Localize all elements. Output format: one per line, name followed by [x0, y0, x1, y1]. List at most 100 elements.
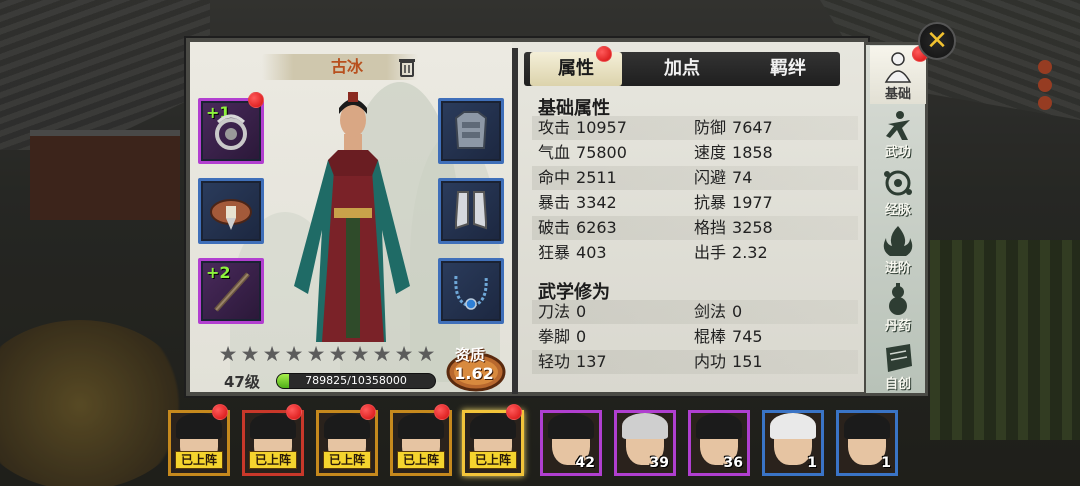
stat-row: 暴击 3342 抗暴 1977 — [532, 191, 858, 215]
stat-item: 抗暴 1977 — [694, 191, 773, 215]
character-level: 47级 — [224, 373, 260, 391]
stat-value: 2511 — [576, 168, 617, 187]
notification-dot — [596, 46, 612, 62]
hero-card[interactable]: 1 — [762, 410, 824, 476]
stat-item: 拳脚 0 — [538, 325, 586, 349]
equip-slot-belt[interactable] — [198, 178, 264, 244]
hero-portrait-hair — [548, 413, 594, 439]
stat-value: 10957 — [576, 118, 627, 137]
stat-value: 3342 — [576, 193, 617, 212]
dismiss-trash-icon[interactable] — [398, 57, 416, 77]
stat-value: 0 — [576, 327, 587, 346]
equip-slot-armor[interactable] — [438, 98, 504, 164]
deployed-tag: 已上阵 — [249, 451, 297, 469]
hero-level: 39 — [649, 455, 669, 471]
stat-row: 气血 75800 速度 1858 — [532, 141, 858, 165]
close-icon: ✕ — [926, 26, 948, 56]
stat-value: 75800 — [576, 143, 627, 162]
stat-value: 745 — [732, 327, 763, 346]
deployed-tag: 已上阵 — [469, 451, 517, 469]
hero-portrait-hair — [844, 413, 890, 439]
gourd-medicine-icon — [889, 283, 907, 315]
stat-value: 1858 — [732, 143, 773, 162]
stat-label: 剑法 — [694, 302, 727, 321]
stat-label: 命中 — [538, 168, 571, 187]
nav-label: 基础 — [884, 87, 911, 102]
nav-label: 自创 — [884, 377, 911, 392]
quality-label: 资质 — [454, 346, 485, 364]
star-icon: ★ — [218, 342, 238, 366]
tab-points[interactable]: 加点 — [636, 52, 728, 86]
hero-level: 1 — [807, 455, 817, 471]
stat-label: 格挡 — [694, 218, 727, 237]
deployed-tag: 已上阵 — [175, 451, 223, 469]
stat-item: 出手 2.32 — [694, 241, 768, 265]
panel-divider — [512, 48, 518, 394]
stat-row: 攻击 10957 防御 7647 — [532, 116, 858, 140]
stat-label: 棍棒 — [694, 327, 727, 346]
star-icon: ★ — [262, 342, 282, 366]
necklace-icon — [454, 275, 488, 310]
stat-item: 攻击 10957 — [538, 116, 627, 140]
star-icon: ★ — [350, 342, 370, 366]
stat-value: 1977 — [732, 193, 773, 212]
nav-item-meridians[interactable]: 经脉 — [870, 162, 926, 220]
hero-card[interactable]: 42 — [540, 410, 602, 476]
hero-level: 36 — [723, 455, 743, 471]
star-icon: ★ — [328, 342, 348, 366]
stat-label: 抗暴 — [694, 193, 727, 212]
character-name: 古冰 — [330, 57, 363, 76]
nav-item-create[interactable]: 自创 — [870, 336, 926, 394]
advance-flame-icon — [883, 226, 913, 256]
stat-item: 内功 151 — [694, 350, 763, 374]
deployed-tag: 已上阵 — [323, 451, 371, 469]
nav-item-advance[interactable]: 进阶 — [870, 220, 926, 278]
notification-dot — [506, 404, 522, 420]
stat-label: 出手 — [694, 243, 727, 262]
staff-weapon-icon — [214, 272, 250, 312]
tab-bonds[interactable]: 羁绊 — [742, 52, 834, 86]
equip-slot-boots[interactable] — [438, 178, 504, 244]
stat-row: 刀法 0 剑法 0 — [532, 300, 858, 324]
nav-label: 经脉 — [884, 203, 911, 218]
equip-slot-necklace[interactable] — [438, 258, 504, 324]
hero-portrait-hair — [770, 413, 816, 439]
hero-card[interactable]: 39 — [614, 410, 676, 476]
equip-slot-weapon[interactable]: +2 — [198, 258, 264, 324]
stat-value: 0 — [732, 302, 743, 321]
stat-label: 防御 — [694, 118, 727, 137]
hero-portrait-hair — [696, 413, 742, 439]
stat-label: 暴击 — [538, 193, 571, 212]
stat-label: 破击 — [538, 218, 571, 237]
exp-text: 789825/10358000 — [305, 374, 407, 387]
stat-label: 拳脚 — [538, 327, 571, 346]
tab-bar: 属性 加点 羁绊 — [524, 52, 840, 86]
star-icon: ★ — [394, 342, 414, 366]
stat-item: 破击 6263 — [538, 216, 617, 240]
stat-value: 3258 — [732, 218, 773, 237]
nav-item-martial-arts[interactable]: 武功 — [870, 104, 926, 162]
stat-label: 内功 — [694, 352, 727, 371]
stat-label: 速度 — [694, 143, 727, 162]
boots-icon — [455, 191, 487, 230]
stat-item: 气血 75800 — [538, 141, 627, 165]
nav-label: 武功 — [884, 145, 911, 160]
hero-card[interactable]: 36 — [688, 410, 750, 476]
stat-item: 棍棒 745 — [694, 325, 763, 349]
stat-label: 狂暴 — [538, 243, 571, 262]
notification-dot — [212, 404, 228, 420]
stat-value: 151 — [732, 352, 763, 371]
close-button[interactable]: ✕ — [918, 22, 956, 60]
notification-dot — [248, 92, 264, 108]
notification-dot — [360, 404, 376, 420]
stat-item: 狂暴 403 — [538, 241, 607, 265]
accessory-icon — [215, 114, 247, 150]
star-icon: ★ — [240, 342, 260, 366]
stat-item: 命中 2511 — [538, 166, 617, 190]
stat-value: 7647 — [732, 118, 773, 137]
meridians-icon — [884, 170, 912, 196]
stat-row: 轻功 137 内功 151 — [532, 350, 858, 374]
nav-item-medicine[interactable]: 丹药 — [870, 278, 926, 336]
stat-item: 闪避 74 — [694, 166, 752, 190]
hero-card[interactable]: 1 — [836, 410, 898, 476]
